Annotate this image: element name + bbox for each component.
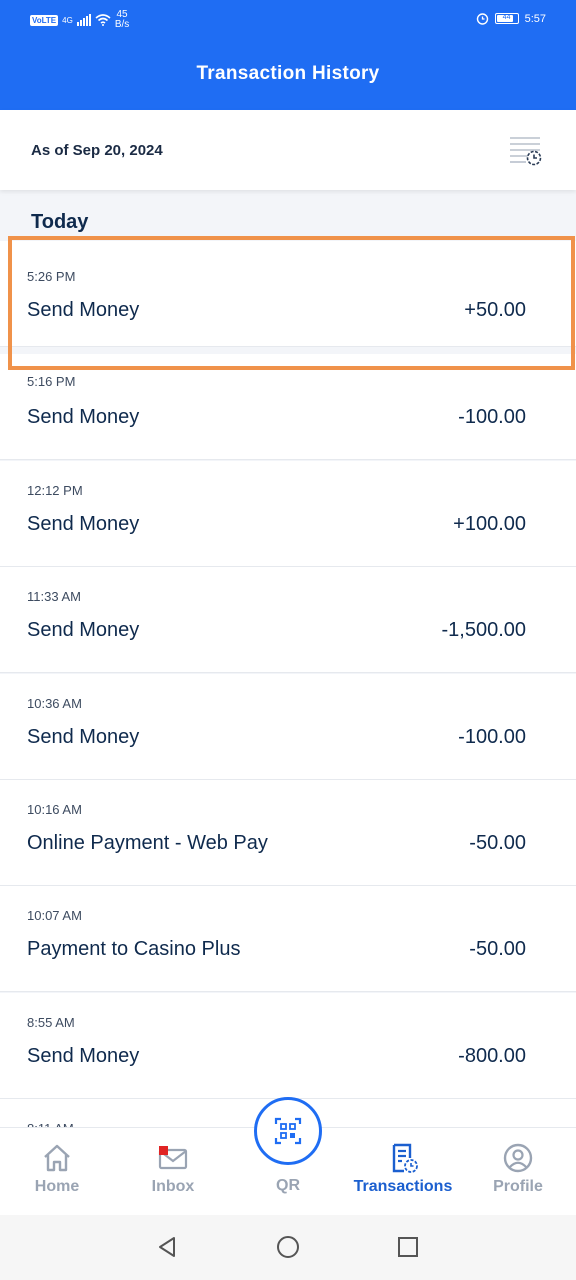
alarm-icon	[476, 13, 488, 25]
transaction-description: Send Money	[27, 406, 140, 428]
nav-transactions-label: Transactions	[353, 1178, 453, 1195]
profile-icon	[503, 1143, 533, 1173]
nav-home-label: Home	[34, 1178, 80, 1195]
transaction-amount: -50.00	[469, 938, 526, 960]
back-icon[interactable]	[155, 1235, 179, 1259]
transaction-amount: -800.00	[458, 1045, 526, 1067]
as-of-date: As of Sep 20, 2024	[31, 142, 163, 159]
status-bar: VoLTE 4G 45 B/s 44 5:57	[0, 0, 576, 38]
transaction-amount: -1,500.00	[441, 619, 526, 641]
transaction-amount: +100.00	[453, 513, 526, 535]
battery-level: 44	[502, 14, 511, 21]
wifi-icon	[95, 14, 111, 26]
nav-home[interactable]: Home	[2, 1128, 112, 1216]
nav-inbox[interactable]: Inbox	[118, 1128, 228, 1216]
transaction-row[interactable]: 8:55 AM Send Money -800.00	[0, 993, 576, 1099]
nav-transactions[interactable]: Transactions	[348, 1128, 458, 1216]
transaction-row[interactable]: 10:16 AM Online Payment - Web Pay -50.00	[0, 780, 576, 886]
transaction-row[interactable]: 12:12 PM Send Money +100.00	[0, 461, 576, 567]
nav-profile[interactable]: Profile	[463, 1128, 573, 1216]
filter-history-icon	[510, 137, 542, 166]
transaction-row[interactable]: 11:33 AM Send Money -1,500.00	[0, 567, 576, 673]
nav-profile-label: Profile	[493, 1178, 543, 1195]
nav-inbox-label: Inbox	[151, 1178, 195, 1195]
transaction-description: Online Payment - Web Pay	[27, 832, 268, 854]
inbox-badge	[159, 1146, 168, 1155]
network-type: 4G	[62, 15, 73, 25]
transaction-row[interactable]: 5:16 PM Send Money -100.00	[0, 354, 576, 460]
qr-button[interactable]	[254, 1097, 322, 1165]
transaction-time: 11:33 AM	[27, 589, 81, 604]
transaction-amount: -50.00	[469, 832, 526, 854]
transaction-description: Send Money	[27, 619, 140, 641]
transaction-time: 10:16 AM	[27, 802, 82, 817]
transaction-row[interactable]: 10:07 AM Payment to Casino Plus -50.00	[0, 886, 576, 992]
transaction-amount: -100.00	[458, 726, 526, 748]
home-circle-icon[interactable]	[276, 1235, 300, 1259]
home-icon	[44, 1144, 70, 1172]
transaction-time: 10:07 AM	[27, 908, 82, 923]
transaction-description: Send Money	[27, 513, 140, 535]
section-today: Today	[31, 211, 89, 233]
transaction-amount: -100.00	[458, 406, 526, 428]
volte-badge: VoLTE	[30, 14, 59, 26]
status-right: 44 5:57	[476, 12, 546, 25]
status-time: 5:57	[524, 12, 546, 25]
transactions-icon	[392, 1143, 418, 1173]
transaction-row[interactable]: 5:26 PM Send Money +50.00	[0, 241, 576, 347]
transaction-time: 8:55 AM	[27, 1015, 75, 1030]
top-app-bar: VoLTE 4G 45 B/s 44 5:57 Transaction Hist…	[0, 0, 576, 110]
net-speed: 45 B/s	[115, 10, 129, 30]
mail-icon	[158, 1146, 188, 1170]
battery-icon: 44	[494, 13, 519, 24]
net-speed-unit: B/s	[114, 19, 130, 30]
page-title: Transaction History	[196, 63, 380, 84]
transaction-description: Send Money	[27, 299, 140, 321]
transaction-description: Send Money	[27, 1045, 140, 1067]
transaction-description: Send Money	[27, 726, 140, 748]
signal-icon	[76, 14, 91, 26]
as-of-bar: As of Sep 20, 2024	[0, 110, 576, 190]
transaction-description: Payment to Casino Plus	[27, 938, 241, 960]
filter-history-button[interactable]	[506, 134, 546, 170]
recents-icon[interactable]	[396, 1235, 420, 1259]
status-left: VoLTE 4G 45 B/s	[30, 10, 129, 30]
system-nav-bar	[0, 1215, 576, 1280]
transaction-time: 5:26 PM	[27, 269, 76, 284]
transaction-time: 5:16 PM	[27, 374, 76, 389]
transaction-amount: +50.00	[464, 299, 526, 321]
transaction-time: 10:36 AM	[27, 696, 82, 711]
transaction-time: 12:12 PM	[27, 483, 83, 498]
transaction-row[interactable]: 10:36 AM Send Money -100.00	[0, 674, 576, 780]
qr-scan-icon	[274, 1117, 302, 1145]
nav-qr-label: QR	[276, 1177, 300, 1194]
